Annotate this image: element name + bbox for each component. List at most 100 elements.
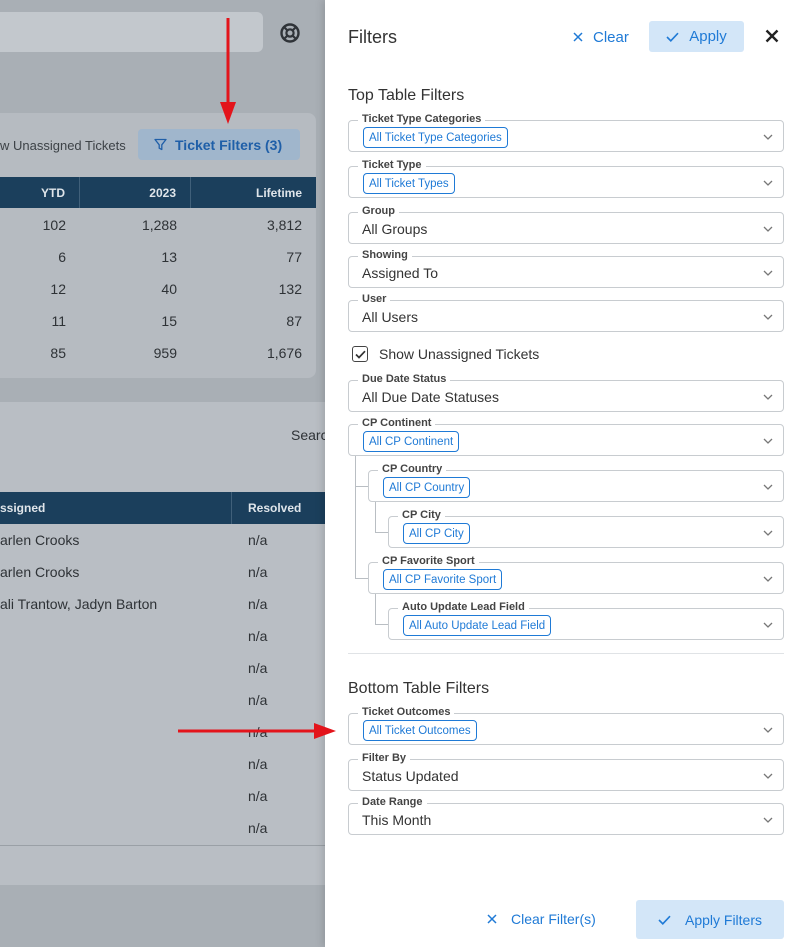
tree-connector <box>375 532 388 533</box>
check-icon <box>658 915 671 925</box>
chevron-down-icon <box>763 484 773 490</box>
due-date-status-select[interactable]: Due Date Status All Due Date Statuses <box>348 372 784 412</box>
table-cell: 132 <box>278 281 302 297</box>
check-icon <box>666 32 679 42</box>
value-chip[interactable]: All Auto Update Lead Field <box>403 615 552 636</box>
drawer-title: Filters <box>348 27 397 47</box>
chevron-down-icon <box>763 576 773 582</box>
column-header-resolved[interactable]: Resolved <box>232 492 301 524</box>
table-cell <box>0 780 232 812</box>
table-cell <box>0 620 232 652</box>
chevron-down-icon <box>763 226 773 232</box>
field-label: CP Favorite Sport <box>378 554 479 568</box>
ticket-outcomes-select[interactable]: Ticket Outcomes All Ticket Outcomes <box>348 705 784 745</box>
field-value: All Due Date Statuses <box>362 389 499 405</box>
value-chip[interactable]: All Ticket Type Categories <box>363 127 508 148</box>
table-cell: 102 <box>42 217 66 233</box>
value-chip[interactable]: All CP Favorite Sport <box>383 569 503 590</box>
column-header-2023[interactable]: 2023 <box>80 177 191 208</box>
table-row: arlen Crooks n/a <box>0 556 325 588</box>
cp-favorite-sport-select[interactable]: CP Favorite Sport All CP Favorite Sport <box>368 554 784 594</box>
field-value: This Month <box>362 812 432 828</box>
table-cell: n/a <box>248 820 268 836</box>
value-chip[interactable]: All CP Continent <box>363 431 460 452</box>
cp-country-select[interactable]: CP Country All CP Country <box>368 462 784 502</box>
show-unassigned-checkbox[interactable] <box>352 346 368 362</box>
field-label: Showing <box>358 248 412 262</box>
show-unassigned-checkbox-row[interactable]: Show Unassigned Tickets <box>352 346 539 362</box>
tree-connector <box>355 578 368 579</box>
table-row: 102 1,288 3,812 <box>0 209 316 241</box>
field-label: Auto Update Lead Field <box>398 600 529 614</box>
value-chip[interactable]: All CP Country <box>383 477 471 498</box>
table-cell <box>0 812 232 844</box>
chevron-down-icon <box>763 270 773 276</box>
chevron-down-icon <box>763 727 773 733</box>
header-clear-label: Clear <box>593 28 629 46</box>
value-chip[interactable]: All Ticket Types <box>363 173 455 194</box>
table-cell: 40 <box>161 281 177 297</box>
table-cell: n/a <box>248 788 268 804</box>
table-cell: 11 <box>51 313 66 329</box>
header-apply-button[interactable]: Apply <box>649 21 744 52</box>
column-header-lifetime[interactable]: Lifetime <box>191 177 316 208</box>
table-cell: n/a <box>248 532 268 548</box>
section-divider <box>348 653 784 654</box>
clear-filters-button[interactable]: Clear Filter(s) <box>481 902 602 936</box>
table-cell: 15 <box>161 313 177 329</box>
chevron-down-icon <box>763 134 773 140</box>
table-row: n/a <box>0 780 325 812</box>
apply-filters-button[interactable]: Apply Filters <box>636 900 784 939</box>
table-row: n/a <box>0 812 325 844</box>
table-cell: 87 <box>286 313 302 329</box>
table-cell <box>0 652 232 684</box>
table-row: n/a <box>0 620 325 652</box>
field-label: Due Date Status <box>358 372 451 386</box>
group-select[interactable]: Group All Groups <box>348 204 784 244</box>
value-chip[interactable]: All Ticket Outcomes <box>363 720 477 741</box>
divider <box>0 845 325 846</box>
field-value: All Groups <box>362 221 428 237</box>
table-cell: 1,288 <box>141 217 177 233</box>
tree-connector <box>375 501 376 532</box>
ticket-filters-button[interactable]: Ticket Filters (3) <box>138 129 300 160</box>
chevron-down-icon <box>763 530 773 536</box>
close-drawer-button[interactable] <box>761 25 783 47</box>
table-row: n/a <box>0 684 325 716</box>
table-cell: 77 <box>286 249 302 265</box>
tree-connector <box>375 593 376 624</box>
cp-continent-select[interactable]: CP Continent All CP Continent <box>348 416 784 456</box>
table-row: ali Trantow, Jadyn Barton n/a <box>0 588 325 620</box>
check-icon <box>354 350 366 359</box>
table-cell: 6 <box>58 249 66 265</box>
table-row: 11 15 87 <box>0 305 316 337</box>
date-range-select[interactable]: Date Range This Month <box>348 795 784 835</box>
table-cell: n/a <box>248 756 268 772</box>
table-cell: n/a <box>248 596 268 612</box>
table-row: n/a <box>0 748 325 780</box>
cp-city-select[interactable]: CP City All CP City <box>388 508 784 548</box>
filter-by-select[interactable]: Filter By Status Updated <box>348 751 784 791</box>
field-value: Status Updated <box>362 768 459 784</box>
showing-select[interactable]: Showing Assigned To <box>348 248 784 288</box>
auto-update-lead-field-select[interactable]: Auto Update Lead Field All Auto Update L… <box>388 600 784 640</box>
value-chip[interactable]: All CP City <box>403 523 470 544</box>
ticket-type-select[interactable]: Ticket Type All Ticket Types <box>348 158 784 198</box>
annotation-arrow-right <box>178 723 336 739</box>
close-icon <box>487 914 497 924</box>
bottom-table-header: ssigned Resolved <box>0 492 325 524</box>
show-unassigned-label: Show Unassigned Tickets <box>379 346 540 362</box>
field-label: Filter By <box>358 751 411 765</box>
header-clear-button[interactable]: Clear <box>565 22 637 52</box>
column-header-assigned[interactable]: ssigned <box>0 492 232 524</box>
column-header-ytd[interactable]: YTD <box>0 177 80 208</box>
chevron-down-icon <box>763 314 773 320</box>
help-icon[interactable] <box>279 22 301 44</box>
table-cell: n/a <box>248 628 268 644</box>
top-table-header: YTD 2023 Lifetime <box>0 177 316 208</box>
ticket-type-categories-select[interactable]: Ticket Type Categories All Ticket Type C… <box>348 112 784 152</box>
table-cell: 959 <box>153 345 177 361</box>
user-select[interactable]: User All Users <box>348 292 784 332</box>
field-label: Date Range <box>358 795 427 809</box>
tree-connector <box>355 486 368 487</box>
